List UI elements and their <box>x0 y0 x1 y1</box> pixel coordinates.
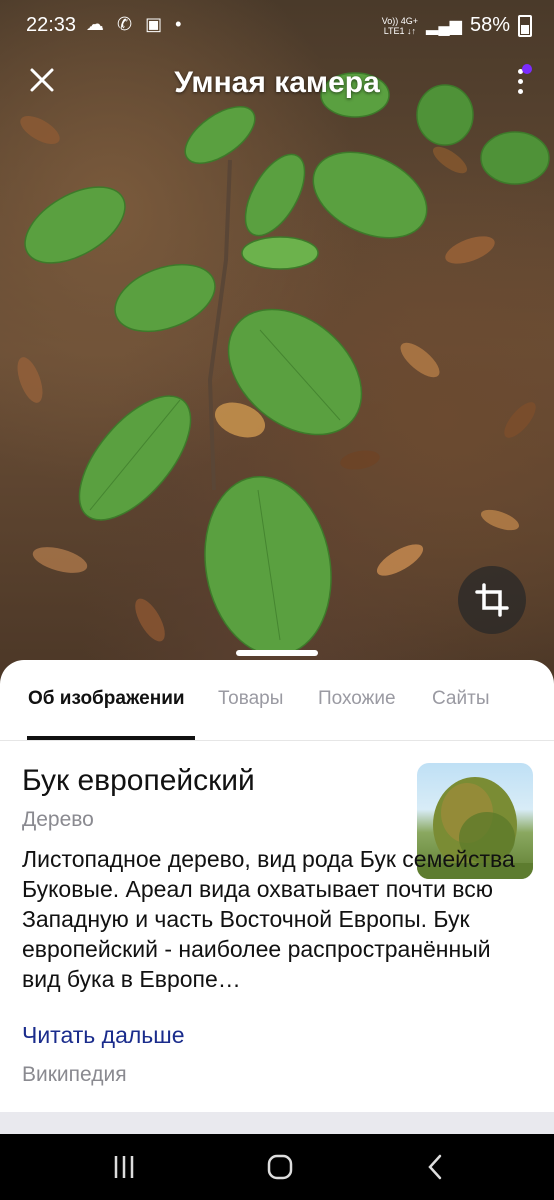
notification-icons: ☁ ✆ ▣ • <box>86 14 186 34</box>
signal-icon: ▂▄▆ <box>426 17 462 35</box>
battery-percent: 58% <box>469 14 510 36</box>
tab-products[interactable]: Товары <box>218 688 283 710</box>
back-icon[interactable] <box>416 1150 456 1184</box>
battery-icon <box>518 14 532 37</box>
result-subtitle: Дерево <box>22 808 94 831</box>
source-label[interactable]: Википедия <box>22 1063 127 1087</box>
results-tabs: Об изображении Товары Похожие Сайты <box>0 660 554 741</box>
crop-button[interactable] <box>458 566 526 634</box>
crop-icon <box>475 583 509 617</box>
result-title: Бук европейский <box>22 764 255 797</box>
tab-sites[interactable]: Сайты <box>432 688 489 710</box>
camera-toolbar: Умная камера <box>0 52 554 114</box>
results-sheet: Об изображении Товары Похожие Сайты Бук … <box>0 660 554 1112</box>
tab-about-image[interactable]: Об изображении <box>28 688 185 710</box>
sheet-drag-handle[interactable] <box>236 650 318 656</box>
read-more-link[interactable]: Читать дальше <box>22 1022 185 1049</box>
status-bar: 22:33 ☁ ✆ ▣ • Vo)) 4G+ LTE1 ↓↑ ▂▄▆ 58% <box>0 0 554 52</box>
status-time: 22:33 <box>26 14 77 36</box>
result-description: Листопадное дерево, вид рода Бук семейст… <box>22 846 515 992</box>
active-tab-indicator <box>27 736 195 740</box>
page-title: Умная камера <box>174 66 380 99</box>
system-nav-bar <box>0 1134 554 1200</box>
home-icon[interactable] <box>260 1150 300 1184</box>
notification-dot <box>522 64 532 74</box>
tab-similar[interactable]: Похожие <box>318 688 396 710</box>
next-card-edge <box>0 1112 554 1134</box>
network-indicator: Vo)) 4G+ LTE1 ↓↑ <box>381 15 419 36</box>
recents-icon[interactable] <box>104 1150 144 1184</box>
